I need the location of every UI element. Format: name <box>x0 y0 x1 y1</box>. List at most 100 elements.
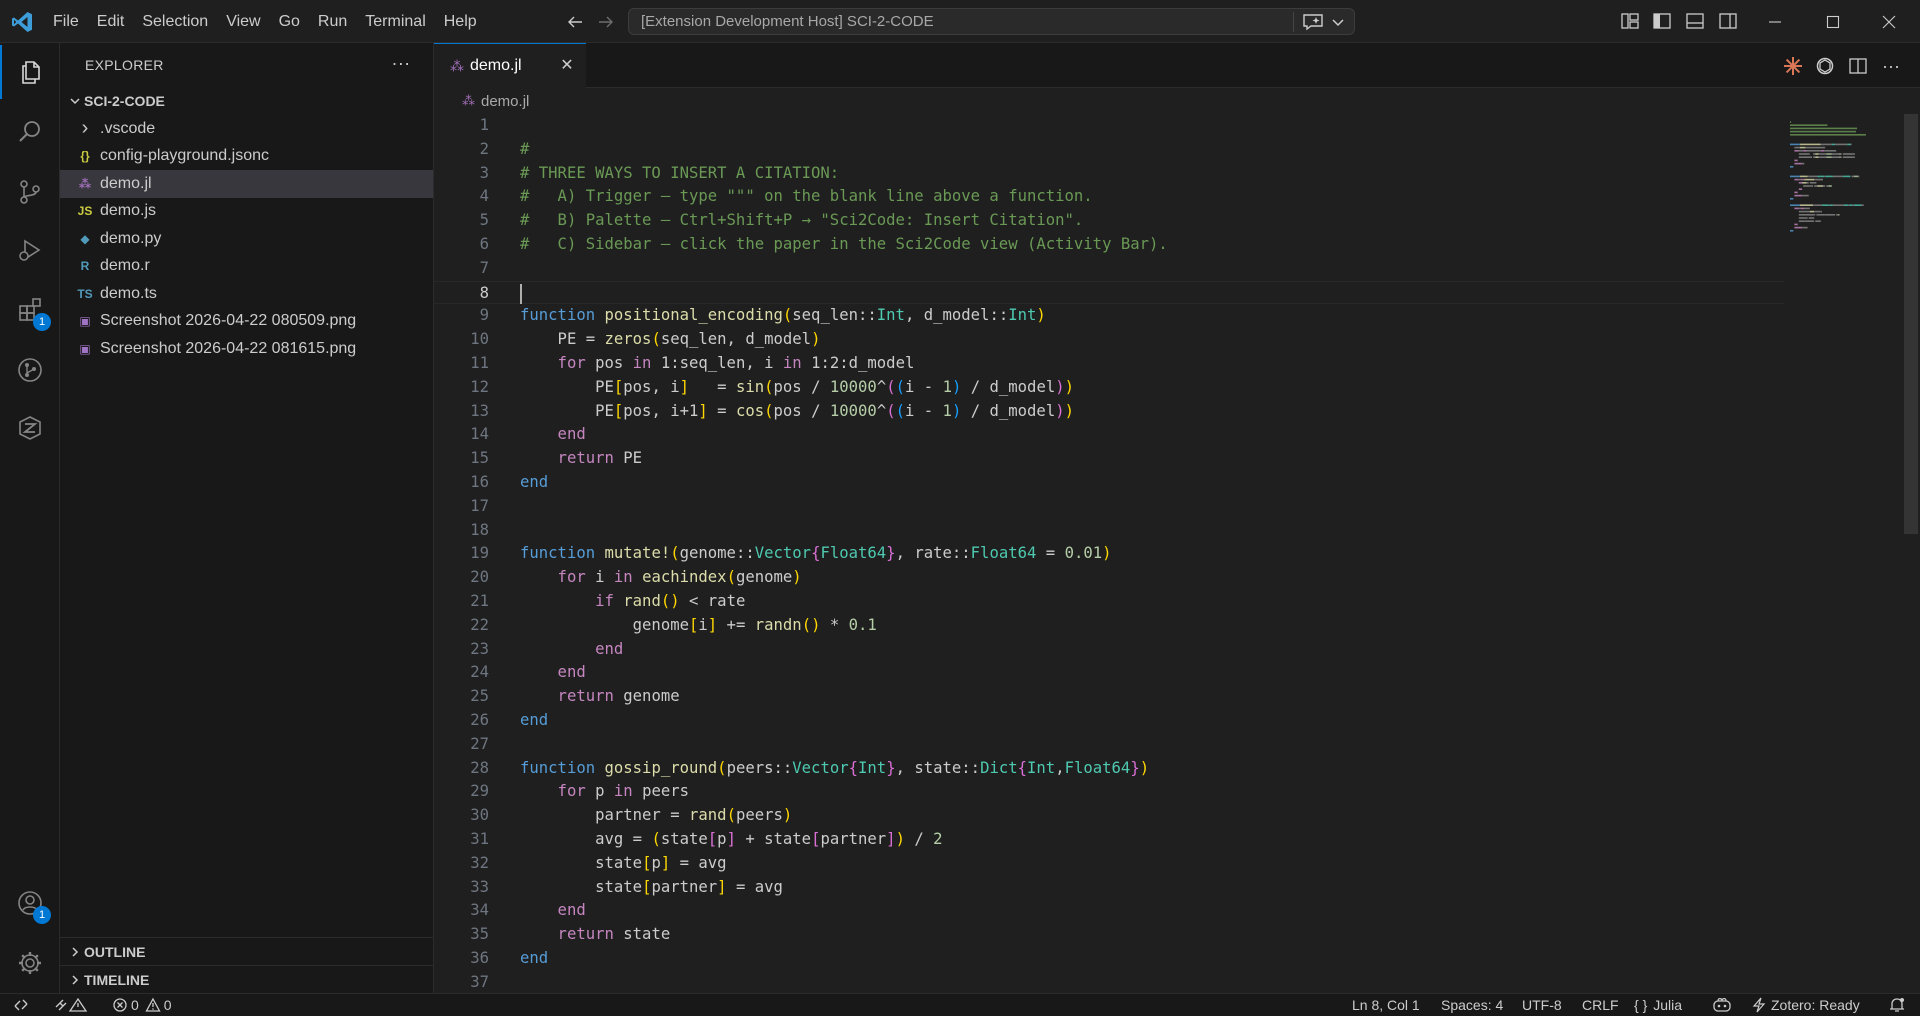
chat-icon[interactable] <box>1302 13 1324 31</box>
toggle-secondary-sidebar-icon[interactable] <box>1718 11 1738 31</box>
menu-run[interactable]: Run <box>309 0 356 43</box>
cursor-position[interactable]: Ln 8, Col 1 <box>1352 994 1420 1016</box>
file-tree-item[interactable]: JS demo.js <box>60 198 433 226</box>
code-line[interactable]: 8 <box>434 280 1784 305</box>
activity-git-graph[interactable] <box>0 343 60 397</box>
activity-manage[interactable] <box>0 936 60 990</box>
more-actions-icon[interactable]: ··· <box>389 53 413 77</box>
line-ending[interactable]: CRLF <box>1582 994 1619 1016</box>
file-tree-item[interactable]: {} config-playground.jsonc <box>60 143 433 171</box>
activity-run-debug[interactable] <box>0 223 60 277</box>
code-line[interactable]: 1 <box>434 114 1784 138</box>
code-line[interactable]: 35 return state <box>434 923 1784 947</box>
activity-search[interactable] <box>0 105 60 159</box>
minimap[interactable] <box>1786 114 1890 274</box>
menu-edit[interactable]: Edit <box>88 0 134 43</box>
editor-scrollbar[interactable] <box>1904 114 1918 534</box>
more-actions-icon[interactable]: ··· <box>1880 55 1902 77</box>
file-tree-item[interactable]: TS demo.ts <box>60 280 433 308</box>
chevron-down-icon[interactable] <box>1330 14 1346 30</box>
code-line[interactable]: 24 end <box>434 661 1784 685</box>
activity-accounts[interactable]: 1 <box>0 876 60 930</box>
code-line[interactable]: 2 # <box>434 138 1784 162</box>
tab-demo-jl[interactable]: ⁂ demo.jl ✕ <box>434 43 586 88</box>
code-line[interactable]: 16 end <box>434 471 1784 495</box>
code-line[interactable]: 20 for i in eachindex(genome) <box>434 566 1784 590</box>
activity-extensions[interactable]: 1 <box>0 283 60 337</box>
code-line[interactable]: 3 # THREE WAYS TO INSERT A CITATION: <box>434 162 1784 186</box>
file-tree-item[interactable]: Rdemo.r <box>60 253 433 281</box>
code-line[interactable]: 22 genome[i] += randn() * 0.1 <box>434 614 1784 638</box>
code-line[interactable]: 27 <box>434 733 1784 757</box>
code-line[interactable]: 34 end <box>434 899 1784 923</box>
code-line[interactable]: 31 avg = (state[p] + state[partner]) / 2 <box>434 828 1784 852</box>
menu-go[interactable]: Go <box>270 0 309 43</box>
language-mode[interactable]: { } Julia <box>1634 994 1682 1016</box>
code-line[interactable]: 11 for pos in 1:seq_len, i in 1:2:d_mode… <box>434 352 1784 376</box>
file-tree-item[interactable]: ⁂ demo.jl <box>60 170 433 198</box>
menu-selection[interactable]: Selection <box>133 0 217 43</box>
code-line[interactable]: 9 function positional_encoding(seq_len::I… <box>434 304 1784 328</box>
code-line[interactable]: 36 end <box>434 947 1784 971</box>
maximize-button[interactable] <box>1810 0 1856 43</box>
activity-zotero[interactable] <box>0 401 60 455</box>
split-editor-icon[interactable] <box>1847 55 1869 77</box>
copilot-status[interactable] <box>1712 994 1732 1016</box>
notifications[interactable] <box>1888 994 1906 1016</box>
code-line[interactable]: 18 <box>434 519 1784 543</box>
file-tree-item[interactable]: ▣ Screenshot 2026-04-22 081615.png <box>60 335 433 363</box>
menu-help[interactable]: Help <box>435 0 486 43</box>
code-line[interactable]: 15 return PE <box>434 447 1784 471</box>
customize-layout-icon[interactable] <box>1620 11 1640 31</box>
file-tree-item[interactable]: › .vscode <box>60 115 433 143</box>
code-line[interactable]: 26 end <box>434 709 1784 733</box>
encoding[interactable]: UTF-8 <box>1522 994 1562 1016</box>
folder-header[interactable]: SCI-2-CODE <box>60 87 433 115</box>
code-editor[interactable]: 1 2 #3 # THREE WAYS TO INSERT A CITATION: 4 #… <box>434 114 1920 993</box>
toggle-panel-icon[interactable] <box>1685 11 1705 31</box>
close-window-button[interactable] <box>1866 0 1912 43</box>
activity-explorer[interactable] <box>0 45 60 99</box>
outline-section[interactable]: OUTLINE <box>60 937 434 965</box>
code-line[interactable]: 5 # B) Palette — Ctrl+Shift+P → "Sci2Code… <box>434 209 1784 233</box>
remote-indicator[interactable] <box>12 994 30 1016</box>
code-line[interactable]: 7 <box>434 257 1784 281</box>
code-line[interactable]: 21 if rand() < rate <box>434 590 1784 614</box>
code-line[interactable]: 12 PE[pos, i] = sin(pos / 10000^((i - 1)… <box>434 376 1784 400</box>
code-line[interactable]: 28 function gossip_round(peers::Vector{In… <box>434 757 1784 781</box>
code-line[interactable]: 4 # A) Trigger — type """ on the blank li… <box>434 185 1784 209</box>
menu-file[interactable]: File <box>44 0 88 43</box>
code-line[interactable]: 17 <box>434 495 1784 519</box>
file-tree-item[interactable]: ◆ demo.py <box>60 225 433 253</box>
code-line[interactable]: 6 # C) Sidebar — click the paper in the S… <box>434 233 1784 257</box>
code-line[interactable]: 29 for p in peers <box>434 780 1784 804</box>
file-tree-item[interactable]: ▣ Screenshot 2026-04-22 080509.png <box>60 308 433 336</box>
menu-view[interactable]: View <box>217 0 269 43</box>
code-line[interactable]: 14 end <box>434 423 1784 447</box>
back-arrow-icon[interactable] <box>563 10 587 34</box>
activity-source-control[interactable] <box>0 165 60 219</box>
zotero-sync-indicator[interactable] <box>54 994 90 1016</box>
code-line[interactable]: 37 <box>434 971 1784 993</box>
code-line[interactable]: 30 partner = rand(peers) <box>434 804 1784 828</box>
code-line[interactable]: 23 end <box>434 638 1784 662</box>
sparkle-assistant-icon[interactable] <box>1782 55 1804 77</box>
command-center[interactable]: [Extension Development Host] SCI-2-CODE <box>628 8 1355 35</box>
menu-terminal[interactable]: Terminal <box>356 0 434 43</box>
problems-indicator[interactable]: 0 0 <box>112 994 172 1016</box>
indentation[interactable]: Spaces: 4 <box>1441 994 1503 1016</box>
timeline-section[interactable]: TIMELINE <box>60 965 434 993</box>
code-line[interactable]: 25 return genome <box>434 685 1784 709</box>
zotero-status[interactable]: Zotero: Ready <box>1752 994 1860 1016</box>
toggle-primary-sidebar-icon[interactable] <box>1652 11 1672 31</box>
forward-arrow-icon[interactable] <box>594 10 618 34</box>
breadcrumb-file[interactable]: demo.jl <box>481 93 529 110</box>
code-line[interactable]: 33 state[partner] = avg <box>434 876 1784 900</box>
openai-chat-icon[interactable] <box>1814 55 1836 77</box>
code-line[interactable]: 13 PE[pos, i+1] = cos(pos / 10000^((i - … <box>434 400 1784 424</box>
minimize-button[interactable] <box>1752 0 1798 43</box>
close-tab-icon[interactable]: ✕ <box>558 57 576 75</box>
code-line[interactable]: 32 state[p] = avg <box>434 852 1784 876</box>
code-line[interactable]: 19 function mutate!(genome::Vector{Float6… <box>434 542 1784 566</box>
code-line[interactable]: 10 PE = zeros(seq_len, d_model) <box>434 328 1784 352</box>
